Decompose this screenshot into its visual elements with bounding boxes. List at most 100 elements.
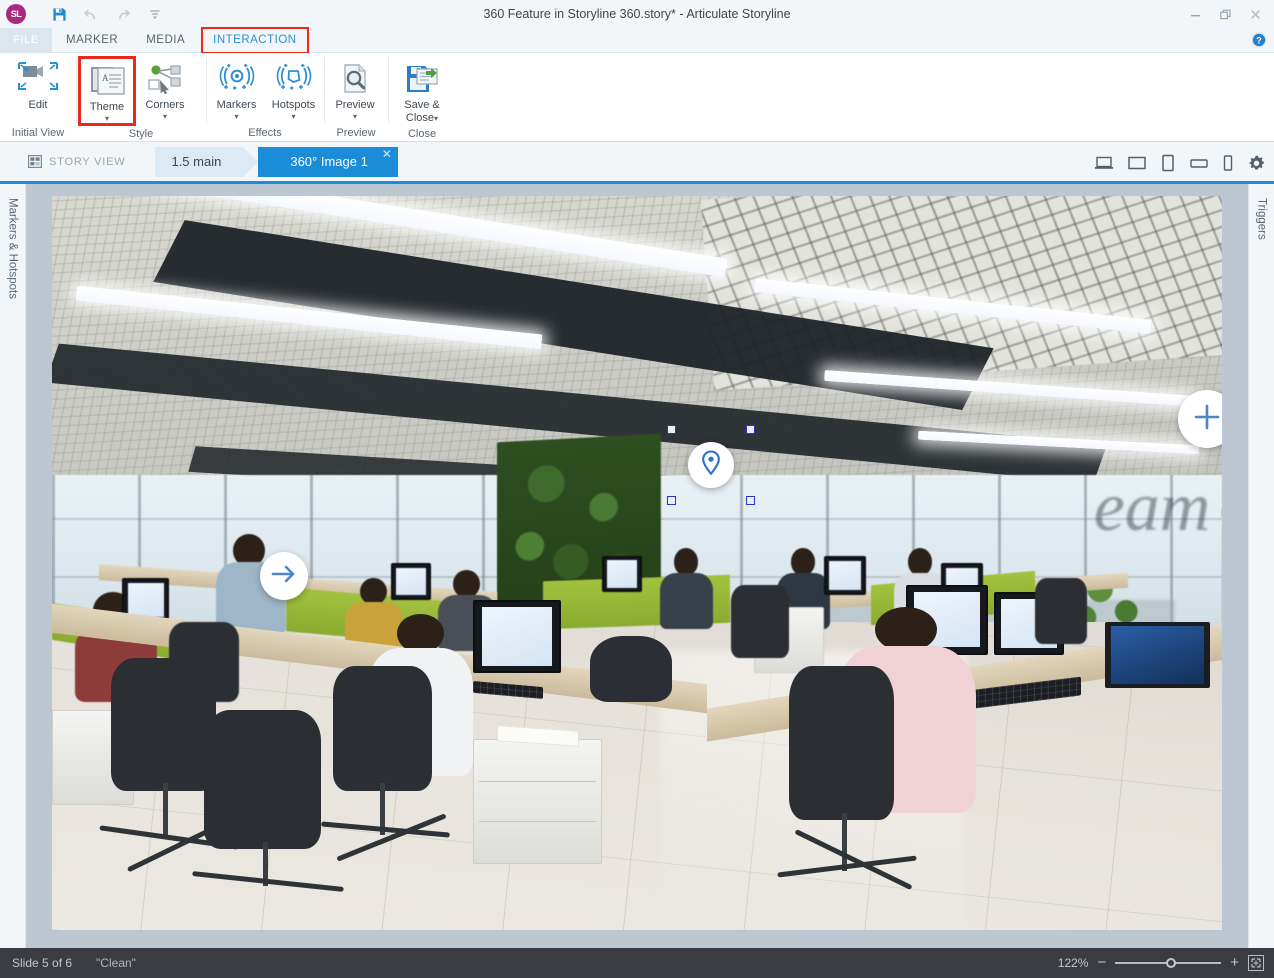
edit-initial-view-button[interactable]: Edit (2, 56, 74, 113)
backpack (590, 636, 673, 703)
theme-caret-icon[interactable]: ▾ (105, 115, 109, 123)
hotspots-caret-icon[interactable]: ▾ (291, 113, 295, 121)
tab-interaction[interactable]: INTERACTION (199, 27, 310, 54)
help-icon[interactable]: ? (1250, 31, 1268, 49)
customize-qat-icon[interactable] (146, 5, 164, 23)
preview-magnifier-icon (338, 60, 372, 98)
camera-view-icon (17, 60, 59, 98)
markers-hotspots-label: Markers & Hotspots (6, 198, 19, 299)
preview-tablet-portrait-icon[interactable] (1160, 154, 1176, 172)
preview-label: Preview (335, 99, 375, 111)
hotspots-icon (274, 60, 314, 98)
360-image-stage[interactable]: eam (52, 196, 1222, 930)
group-label-style: Style (128, 127, 154, 140)
fit-to-window-button[interactable] (1248, 955, 1264, 971)
hotspots-button[interactable]: Hotspots ▾ (265, 56, 322, 122)
ribbon-group-close: Save & Close▾ Close (388, 53, 456, 141)
tab-file[interactable]: FILE (0, 28, 52, 52)
preview-phone-portrait-icon[interactable] (1222, 154, 1234, 172)
office-chair (789, 665, 895, 820)
monitor (601, 555, 642, 593)
close-icon[interactable]: ✕ (382, 148, 392, 160)
preview-laptop-icon[interactable] (1094, 155, 1114, 171)
nav-arrow-button[interactable] (260, 552, 308, 600)
monitor (391, 563, 432, 600)
close-button[interactable] (1240, 1, 1270, 27)
resize-handle-bottom-left[interactable] (667, 496, 676, 505)
slide-counter: Slide 5 of 6 (12, 956, 73, 970)
save-and-close-caret-icon[interactable]: ▾ (434, 114, 438, 123)
undo-icon[interactable] (82, 5, 100, 23)
triggers-label: Triggers (1255, 198, 1268, 240)
slide-breadcrumb-bar: STORY VIEW 1.5 main 360° Image 1 ✕ (0, 142, 1274, 184)
office-chair (730, 585, 790, 659)
zoom-in-button[interactable]: + (1230, 955, 1239, 970)
storyline-app-window: SL 360 Feature in Storyline 360.story* -… (0, 0, 1274, 978)
resize-handle-top-left[interactable] (667, 425, 676, 434)
zoom-controls: 122% − + (1050, 955, 1264, 971)
corners-caret-icon[interactable]: ▾ (163, 113, 167, 121)
group-label-effects: Effects (248, 126, 282, 139)
zoom-slider-thumb[interactable] (1166, 958, 1177, 968)
device-preview-bar (1094, 142, 1266, 184)
breadcrumb-item-360-image[interactable]: 360° Image 1 ✕ (258, 146, 398, 177)
office-worker (660, 548, 714, 630)
story-view-icon (28, 155, 43, 169)
markers-hotspots-panel-tab[interactable]: Markers & Hotspots (0, 184, 26, 948)
zoom-out-button[interactable]: − (1097, 955, 1106, 970)
story-view-button[interactable]: STORY VIEW (28, 155, 125, 169)
ribbon-group-initial-view: Edit Initial View (0, 53, 76, 141)
corners-icon (146, 60, 184, 98)
save-and-close-label: Save & Close▾ (404, 99, 440, 124)
corners-label: Corners (145, 99, 185, 111)
title-bar: SL 360 Feature in Storyline 360.story* -… (0, 0, 1274, 28)
tab-marker[interactable]: MARKER (52, 28, 132, 52)
zoom-slider[interactable] (1115, 957, 1222, 969)
hotspots-label: Hotspots (271, 99, 316, 111)
save-and-close-icon (404, 60, 440, 98)
corners-button[interactable]: Corners ▾ (136, 56, 194, 122)
tab-media[interactable]: MEDIA (132, 28, 199, 52)
markers-caret-icon[interactable]: ▾ (234, 113, 238, 121)
breadcrumb-360-label: 360° Image 1 (290, 154, 368, 169)
edit-label: Edit (28, 99, 48, 111)
markers-button[interactable]: Markers ▾ (208, 56, 265, 122)
office-chair (110, 658, 216, 791)
resize-handle-top-right[interactable] (746, 425, 755, 434)
minimize-button[interactable] (1180, 1, 1210, 27)
player-settings-gear-icon[interactable] (1247, 154, 1266, 173)
group-label-close: Close (407, 127, 437, 140)
app-logo[interactable]: SL (6, 4, 26, 24)
scene-name: "Clean" (96, 956, 136, 970)
map-pin-marker[interactable] (688, 442, 734, 488)
office-chair (332, 665, 433, 791)
theme-icon: A (89, 62, 125, 100)
save-icon[interactable] (50, 5, 68, 23)
svg-text:A: A (102, 73, 109, 83)
triggers-panel-tab[interactable]: Triggers (1248, 184, 1274, 948)
save-and-close-button[interactable]: Save & Close▾ (390, 56, 454, 126)
resize-handle-bottom-right[interactable] (746, 496, 755, 505)
preview-tablet-landscape-icon[interactable] (1127, 155, 1147, 171)
status-bar: Slide 5 of 6 "Clean" 122% − + (0, 948, 1274, 978)
slide-canvas[interactable]: eam (26, 184, 1248, 948)
theme-label: Theme (89, 101, 125, 113)
restore-button[interactable] (1210, 1, 1240, 27)
redo-icon[interactable] (114, 5, 132, 23)
group-label-initial-view: Initial View (11, 126, 65, 139)
markers-icon (217, 60, 257, 98)
office-panorama-photo: eam (52, 196, 1222, 930)
group-label-preview: Preview (336, 126, 376, 139)
theme-button[interactable]: A Theme ▾ (78, 56, 136, 126)
zoom-percent[interactable]: 122% (1050, 956, 1089, 970)
selected-marker-group[interactable] (667, 425, 755, 505)
breadcrumb: 1.5 main 360° Image 1 ✕ (155, 146, 398, 177)
preview-button[interactable]: Preview ▾ (326, 56, 384, 122)
office-chair (1034, 577, 1088, 644)
preview-phone-landscape-icon[interactable] (1189, 156, 1209, 170)
ribbon-group-preview: Preview ▾ Preview (324, 53, 388, 141)
arrow-right-icon (271, 564, 297, 589)
ribbon-group-style: A Theme ▾ Corners ▾ Style (76, 53, 206, 141)
preview-caret-icon[interactable]: ▾ (353, 113, 357, 121)
breadcrumb-item-slide[interactable]: 1.5 main (155, 146, 259, 177)
